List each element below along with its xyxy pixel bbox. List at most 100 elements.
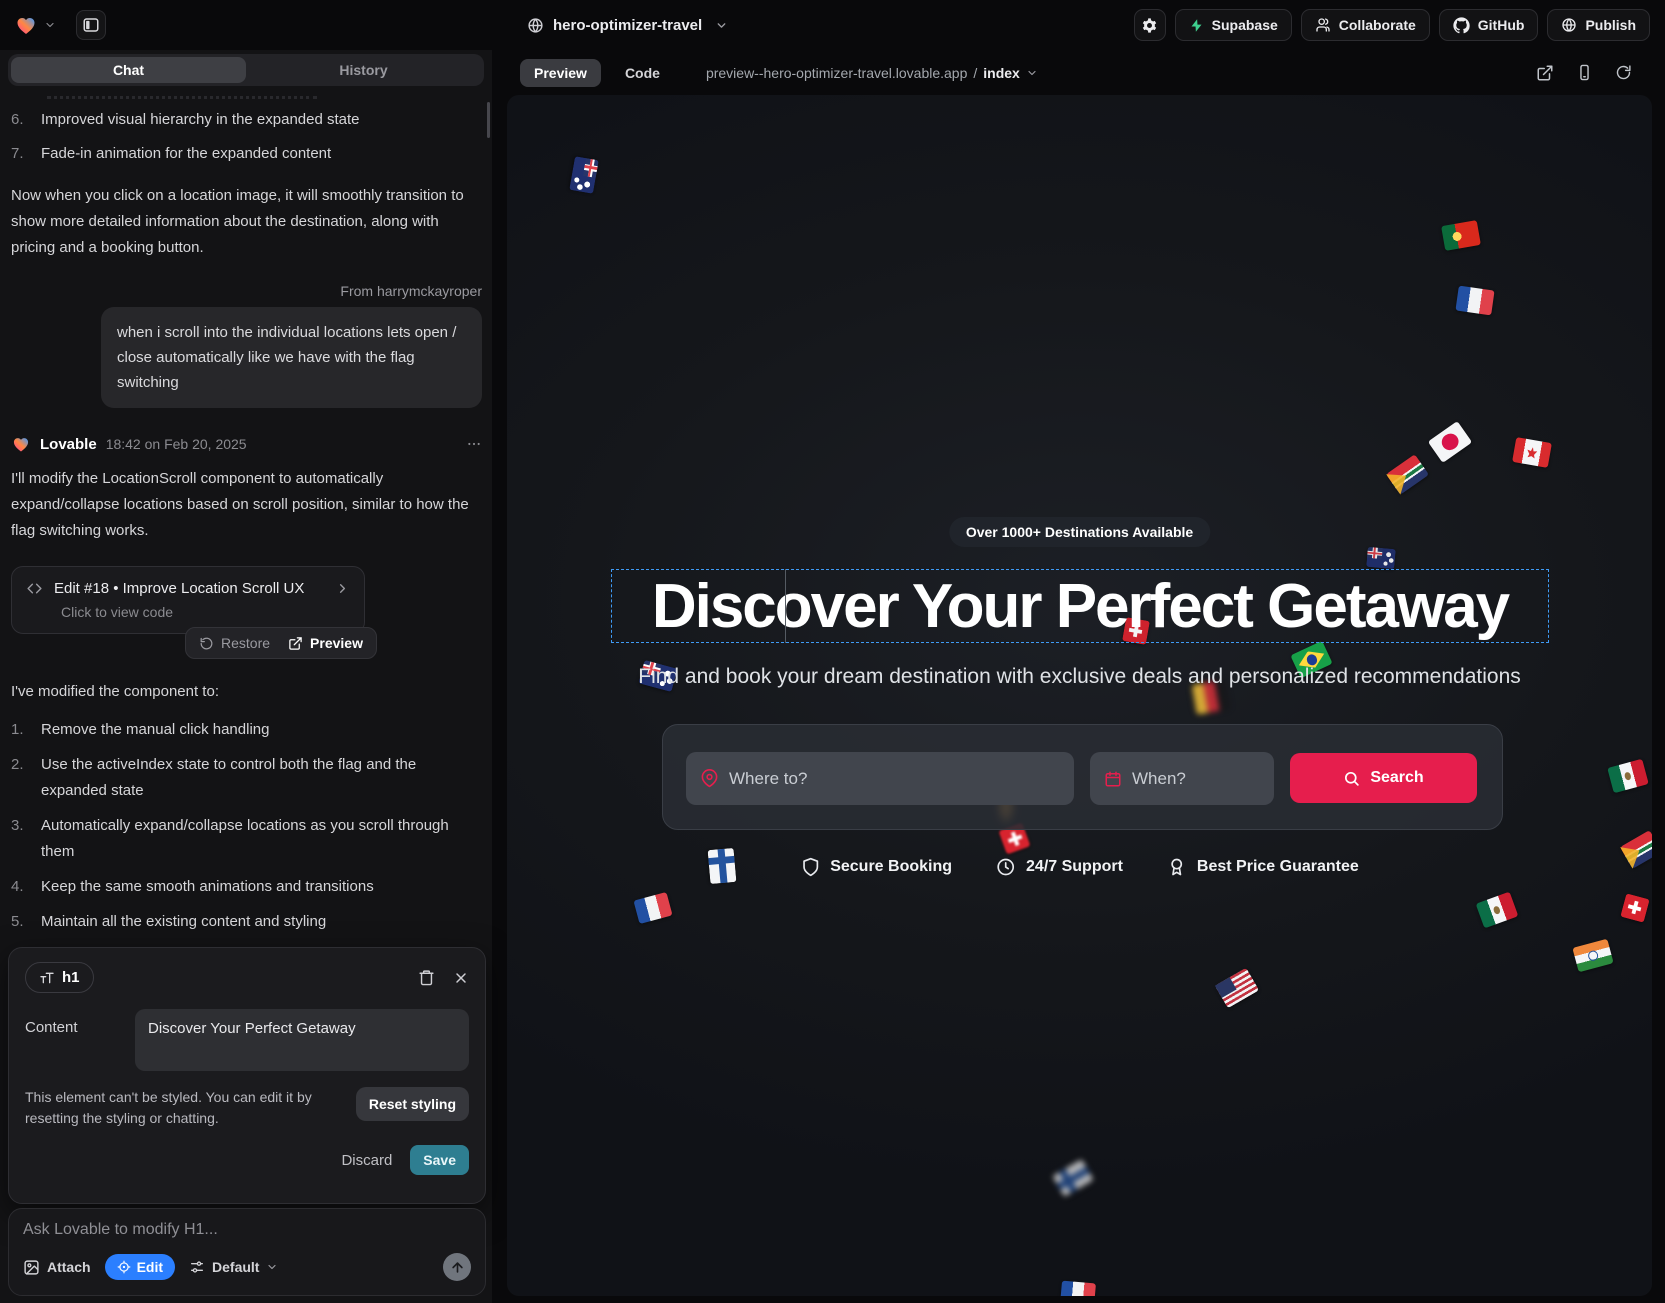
edit-card-subtitle: Click to view code [61, 604, 350, 620]
flag-france-icon [1060, 1281, 1096, 1296]
reset-styling-button[interactable]: Reset styling [356, 1087, 469, 1121]
url-chevron-down-icon [1026, 67, 1038, 79]
chat-history-tabs: Chat History [8, 54, 484, 86]
magnifier-icon [1343, 770, 1360, 787]
settings-button[interactable] [1134, 9, 1166, 41]
flag-india-icon [1572, 939, 1613, 972]
open-in-new-icon [1536, 64, 1554, 82]
chat-scroll-area: 6. Improved visual hierarchy in the expa… [0, 90, 492, 941]
supabase-bolt-icon [1189, 18, 1204, 33]
project-switcher[interactable]: hero-optimizer-travel [527, 0, 728, 50]
flags-layer [507, 95, 1652, 1296]
assistant-paragraph: I'll modify the LocationScroll component… [11, 466, 482, 544]
composer-input[interactable] [23, 1221, 471, 1239]
edit-card-title: Edit #18 • Improve Location Scroll UX [54, 580, 324, 597]
flag-south-africa-icon [1620, 830, 1652, 869]
composer: Attach Edit Default [8, 1208, 486, 1296]
tab-code[interactable]: Code [611, 59, 674, 87]
feature-secure-booking: Secure Booking [800, 857, 952, 877]
save-button[interactable]: Save [410, 1145, 469, 1175]
project-globe-icon [527, 17, 544, 34]
content-row: Content Discover Your Perfect Getaway [25, 1009, 469, 1071]
crosshair-target-icon [117, 1260, 131, 1274]
sliders-icon [189, 1259, 205, 1275]
publish-button[interactable]: Publish [1547, 9, 1650, 41]
destinations-badge: Over 1000+ Destinations Available [949, 517, 1210, 547]
calendar-icon [1104, 770, 1122, 788]
edit-card-row: Edit #18 • Improve Location Scroll UX [26, 580, 350, 597]
when-input[interactable] [1132, 769, 1260, 789]
tab-chat[interactable]: Chat [11, 57, 246, 83]
flag-japan-icon [1428, 421, 1472, 463]
github-button[interactable]: GitHub [1439, 9, 1539, 41]
flag-new-zealand-icon [1366, 547, 1396, 569]
assistant-message-header: Lovable 18:42 on Feb 20, 2025 [11, 434, 482, 454]
device-preview-button[interactable] [1576, 64, 1593, 81]
list-item: 5. Maintain all the existing content and… [11, 909, 482, 935]
preview-url-separator: / [973, 65, 977, 81]
flag-usa-icon [1215, 968, 1259, 1009]
image-attach-icon [23, 1259, 40, 1276]
logo-menu-chevron-icon[interactable] [44, 19, 56, 31]
shield-icon [800, 857, 820, 877]
delete-element-button[interactable] [418, 969, 435, 986]
search-button[interactable]: Search [1290, 753, 1477, 803]
content-label: Content [25, 1009, 121, 1071]
search-panel: Search [662, 724, 1503, 830]
message-more-button[interactable] [466, 436, 482, 452]
restore-button[interactable]: Restore [199, 635, 270, 651]
list-item: 6. Improved visual hierarchy in the expa… [11, 107, 482, 133]
where-to-field[interactable] [686, 752, 1074, 805]
assistant-numbered-list: 1. Remove the manual click handling 2. U… [11, 717, 482, 935]
attach-button[interactable]: Attach [23, 1259, 91, 1276]
content-textarea[interactable]: Discover Your Perfect Getaway [135, 1009, 469, 1071]
styling-note: This element can't be styled. You can ed… [25, 1087, 344, 1129]
refresh-button[interactable] [1615, 64, 1632, 81]
mode-selector-button[interactable]: Default [189, 1259, 278, 1275]
user-attribution: From harrymckayroper [11, 283, 482, 299]
lovable-logo-icon[interactable] [14, 13, 38, 37]
preview-url[interactable]: preview--hero-optimizer-travel.lovable.a… [706, 65, 1038, 81]
send-button[interactable] [443, 1253, 471, 1281]
editor-actions-row: Discard Save [25, 1145, 469, 1175]
tab-preview[interactable]: Preview [520, 59, 601, 87]
hero-subtitle: Find and book your dream destination wit… [638, 665, 1521, 689]
project-chevron-down-icon [715, 19, 728, 32]
hero-title[interactable]: Discover Your Perfect Getaway [652, 571, 1508, 642]
list-item: 3. Automatically expand/collapse locatio… [11, 813, 482, 865]
discard-button[interactable]: Discard [341, 1152, 392, 1169]
close-panel-button[interactable] [453, 970, 469, 986]
flag-switzerland-icon [1620, 893, 1649, 922]
project-name: hero-optimizer-travel [553, 17, 702, 34]
award-ribbon-icon [1167, 857, 1187, 877]
h1-selection-outline: Discover Your Perfect Getaway [611, 569, 1549, 643]
preview-toolbar-icons [1536, 64, 1632, 82]
edit-version-card[interactable]: Edit #18 • Improve Location Scroll UX Cl… [11, 566, 365, 634]
flag-mexico-icon [1607, 759, 1649, 793]
list-item: 4. Keep the same smooth animations and t… [11, 874, 482, 900]
sidebar-toggle-button[interactable] [76, 10, 106, 40]
close-icon [453, 970, 469, 986]
edit-mode-button[interactable]: Edit [105, 1254, 175, 1280]
open-in-new-tab-button[interactable] [1536, 64, 1554, 82]
preview-version-button[interactable]: Preview [288, 635, 363, 651]
list-item: 1. Remove the manual click handling [11, 717, 482, 743]
collaborate-button[interactable]: Collaborate [1301, 9, 1430, 41]
people-icon [1315, 17, 1331, 33]
chat-scrollbar-thumb[interactable] [487, 102, 490, 138]
topbar-left [0, 10, 106, 40]
where-to-input[interactable] [729, 769, 1060, 789]
editor-panel-header: h1 [25, 962, 469, 993]
preview-toolbar: Preview Code preview--hero-optimizer-tra… [507, 50, 1652, 95]
features-row: Secure Booking 24/7 Support Best Price G… [800, 857, 1359, 877]
chevron-down-icon [266, 1261, 278, 1273]
flag-south-africa-icon [1386, 454, 1429, 495]
clipped-list-item [47, 96, 317, 99]
element-tag-badge[interactable]: h1 [25, 962, 94, 993]
when-field[interactable] [1090, 752, 1274, 805]
topbar: hero-optimizer-travel Supabase [0, 0, 1665, 50]
supabase-button[interactable]: Supabase [1175, 9, 1292, 41]
flag-finland-icon [1052, 1159, 1093, 1197]
element-tag-label: h1 [62, 969, 80, 986]
tab-history[interactable]: History [246, 57, 481, 83]
